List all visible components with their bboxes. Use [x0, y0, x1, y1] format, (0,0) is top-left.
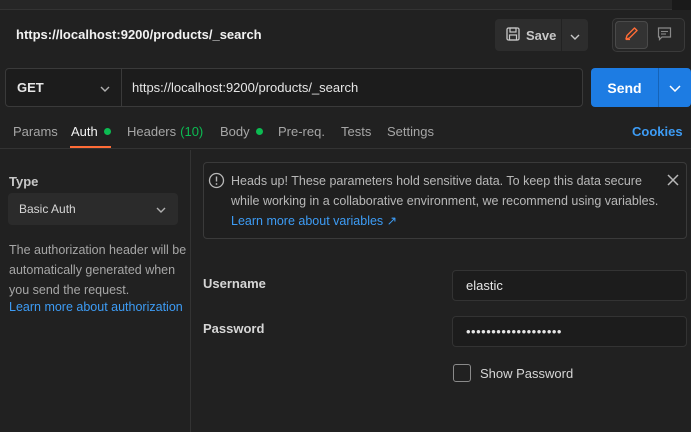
view-toggle [612, 18, 685, 52]
pencil-icon [624, 26, 639, 44]
comments-view-button[interactable] [648, 21, 681, 49]
save-button-group: Save [495, 19, 588, 51]
tab-label: Auth [71, 124, 98, 139]
notice-text: Heads up! These parameters hold sensitiv… [231, 171, 661, 231]
tab-tests[interactable]: Tests [341, 124, 371, 139]
save-label: Save [526, 27, 557, 43]
method-select[interactable]: GET [6, 69, 122, 106]
tab-label: Params [13, 124, 58, 139]
close-icon[interactable] [667, 174, 679, 189]
request-tabs: Params Auth Headers (10) Body Pre-req. Te… [0, 118, 691, 149]
chevron-down-icon [669, 80, 681, 95]
save-options-button[interactable] [561, 19, 588, 51]
send-button-group: Send [591, 68, 691, 107]
learn-more-authorization-link[interactable]: Learn more about authorization [9, 300, 183, 314]
tab-label: Settings [387, 124, 434, 139]
auth-description: The authorization header will be automat… [9, 243, 187, 297]
tab-pre-request[interactable]: Pre-req. [278, 124, 325, 139]
password-label: Password [203, 321, 265, 336]
edit-view-button[interactable] [615, 21, 648, 49]
send-options-button[interactable] [658, 68, 691, 107]
status-dot [103, 128, 111, 135]
active-tab-indicator [70, 146, 111, 148]
sensitive-data-notice: Heads up! These parameters hold sensitiv… [203, 162, 687, 239]
type-label: Type [9, 174, 39, 189]
request-title[interactable]: https://localhost:9200/products/_search [16, 27, 262, 42]
tab-body[interactable]: Body [220, 124, 263, 139]
url-input[interactable]: https://localhost:9200/products/_search [122, 69, 582, 106]
tab-label: Headers [127, 124, 177, 139]
comment-icon [657, 26, 672, 44]
tab-auth[interactable]: Auth [71, 124, 111, 139]
status-dot [255, 128, 263, 135]
show-password-row[interactable]: Show Password [453, 364, 573, 382]
chevron-down-icon [100, 80, 110, 95]
auth-type-select[interactable]: Basic Auth [8, 193, 178, 225]
auth-type-value: Basic Auth [19, 202, 76, 216]
url-bar: GET https://localhost:9200/products/_sea… [5, 68, 583, 107]
show-password-checkbox[interactable] [453, 364, 471, 382]
headers-count: (10) [180, 124, 204, 139]
cookies-link[interactable]: Cookies [632, 124, 683, 139]
username-label: Username [203, 276, 266, 291]
method-label: GET [17, 80, 44, 95]
show-password-label: Show Password [480, 365, 574, 381]
save-icon [506, 26, 526, 44]
auth-type-panel: Type Basic Auth The authorization header… [0, 150, 191, 432]
tab-strip [0, 0, 691, 10]
password-field[interactable]: ••••••••••••••••••• [452, 316, 687, 347]
learn-more-variables-link[interactable]: Learn more about variables ↗ [231, 214, 397, 228]
save-button[interactable]: Save [495, 19, 561, 51]
username-field[interactable]: elastic [452, 270, 687, 301]
tab-headers[interactable]: Headers (10) [127, 124, 203, 139]
notice-message: Heads up! These parameters hold sensitiv… [231, 174, 659, 208]
tab-settings[interactable]: Settings [387, 124, 434, 139]
chevron-down-icon [570, 28, 580, 43]
send-button[interactable]: Send [591, 68, 658, 107]
tab-label: Body [220, 124, 250, 139]
request-header: https://localhost:9200/products/_search … [0, 10, 691, 60]
tab-params[interactable]: Params [13, 124, 58, 139]
chevron-down-icon [156, 202, 166, 216]
info-icon [208, 172, 225, 192]
tab-label: Pre-req. [278, 124, 325, 139]
tab-label: Tests [341, 124, 372, 139]
tab-strip-edge [0, 0, 672, 10]
